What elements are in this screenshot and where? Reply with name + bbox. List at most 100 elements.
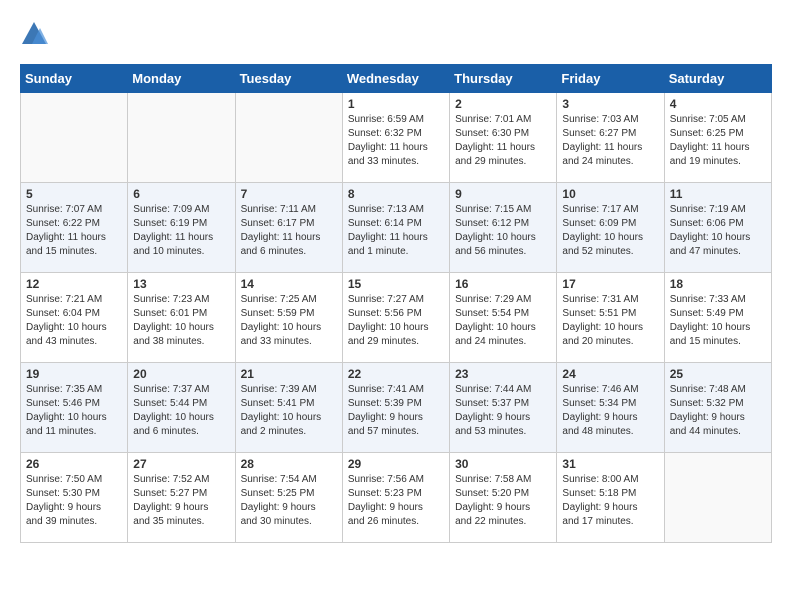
day-info: Sunrise: 7:23 AM Sunset: 6:01 PM Dayligh… bbox=[133, 293, 229, 349]
day-info: Sunrise: 7:37 AM Sunset: 5:44 PM Dayligh… bbox=[133, 383, 229, 439]
day-info: Sunrise: 7:27 AM Sunset: 5:56 PM Dayligh… bbox=[348, 293, 444, 349]
day-number: 10 bbox=[562, 187, 658, 201]
calendar-cell: 8 Sunrise: 7:13 AM Sunset: 6:14 PM Daylig… bbox=[342, 183, 449, 273]
day-info: Sunrise: 7:13 AM Sunset: 6:14 PM Dayligh… bbox=[348, 203, 444, 259]
weekday-header: Sunday bbox=[21, 65, 128, 93]
day-info: Sunrise: 7:33 AM Sunset: 5:49 PM Dayligh… bbox=[670, 293, 766, 349]
logo bbox=[20, 20, 52, 48]
day-number: 14 bbox=[241, 277, 337, 291]
day-info: Sunrise: 7:44 AM Sunset: 5:37 PM Dayligh… bbox=[455, 383, 551, 439]
calendar-cell: 27Sunrise: 7:52 AM Sunset: 5:27 PM Dayli… bbox=[128, 453, 235, 543]
day-number: 2 bbox=[455, 97, 551, 111]
calendar-table: SundayMondayTuesdayWednesdayThursdayFrid… bbox=[20, 64, 772, 543]
day-info: Sunrise: 7:39 AM Sunset: 5:41 PM Dayligh… bbox=[241, 383, 337, 439]
weekday-header: Thursday bbox=[450, 65, 557, 93]
calendar-cell: 18Sunrise: 7:33 AM Sunset: 5:49 PM Dayli… bbox=[664, 273, 771, 363]
weekday-header: Friday bbox=[557, 65, 664, 93]
day-number: 31 bbox=[562, 457, 658, 471]
day-info: Sunrise: 7:21 AM Sunset: 6:04 PM Dayligh… bbox=[26, 293, 122, 349]
day-number: 13 bbox=[133, 277, 229, 291]
calendar-cell: 31 Sunrise: 8:00 AM Sunset: 5:18 PM Dayli… bbox=[557, 453, 664, 543]
day-number: 19 bbox=[26, 367, 122, 381]
calendar-week-row: 12 Sunrise: 7:21 AM Sunset: 6:04 PM Dayli… bbox=[21, 273, 772, 363]
page-header bbox=[20, 20, 772, 48]
calendar-cell: 15 Sunrise: 7:27 AM Sunset: 5:56 PM Dayli… bbox=[342, 273, 449, 363]
calendar-cell: 14 Sunrise: 7:25 AM Sunset: 5:59 PM Dayli… bbox=[235, 273, 342, 363]
day-info: Sunrise: 7:31 AM Sunset: 5:51 PM Dayligh… bbox=[562, 293, 658, 349]
calendar-cell: 25 Sunrise: 7:48 AM Sunset: 5:32 PM Dayli… bbox=[664, 363, 771, 453]
day-info: Sunrise: 7:58 AM Sunset: 5:20 PM Dayligh… bbox=[455, 473, 551, 529]
calendar-cell bbox=[235, 93, 342, 183]
weekday-header-row: SundayMondayTuesdayWednesdayThursdayFrid… bbox=[21, 65, 772, 93]
calendar-cell: 9 Sunrise: 7:15 AM Sunset: 6:12 PM Daylig… bbox=[450, 183, 557, 273]
day-info: Sunrise: 6:59 AM Sunset: 6:32 PM Dayligh… bbox=[348, 113, 444, 169]
calendar-cell: 21 Sunrise: 7:39 AM Sunset: 5:41 PM Dayli… bbox=[235, 363, 342, 453]
day-info: Sunrise: 7:48 AM Sunset: 5:32 PM Dayligh… bbox=[670, 383, 766, 439]
day-number: 7 bbox=[241, 187, 337, 201]
calendar-cell: 28Sunrise: 7:54 AM Sunset: 5:25 PM Dayli… bbox=[235, 453, 342, 543]
calendar-cell: 5 Sunrise: 7:07 AM Sunset: 6:22 PM Daylig… bbox=[21, 183, 128, 273]
day-info: Sunrise: 7:56 AM Sunset: 5:23 PM Dayligh… bbox=[348, 473, 444, 529]
day-info: Sunrise: 7:54 AM Sunset: 5:25 PM Dayligh… bbox=[241, 473, 337, 529]
calendar-cell: 12 Sunrise: 7:21 AM Sunset: 6:04 PM Dayli… bbox=[21, 273, 128, 363]
day-number: 23 bbox=[455, 367, 551, 381]
calendar-cell: 7Sunrise: 7:11 AM Sunset: 6:17 PM Daylig… bbox=[235, 183, 342, 273]
day-number: 5 bbox=[26, 187, 122, 201]
day-info: Sunrise: 7:50 AM Sunset: 5:30 PM Dayligh… bbox=[26, 473, 122, 529]
day-info: Sunrise: 8:00 AM Sunset: 5:18 PM Dayligh… bbox=[562, 473, 658, 529]
calendar-cell: 10 Sunrise: 7:17 AM Sunset: 6:09 PM Dayli… bbox=[557, 183, 664, 273]
calendar-cell: 20Sunrise: 7:37 AM Sunset: 5:44 PM Dayli… bbox=[128, 363, 235, 453]
calendar-cell bbox=[664, 453, 771, 543]
day-info: Sunrise: 7:29 AM Sunset: 5:54 PM Dayligh… bbox=[455, 293, 551, 349]
day-info: Sunrise: 7:17 AM Sunset: 6:09 PM Dayligh… bbox=[562, 203, 658, 259]
weekday-header: Monday bbox=[128, 65, 235, 93]
calendar-cell: 23 Sunrise: 7:44 AM Sunset: 5:37 PM Dayli… bbox=[450, 363, 557, 453]
day-number: 25 bbox=[670, 367, 766, 381]
calendar-cell: 19 Sunrise: 7:35 AM Sunset: 5:46 PM Dayli… bbox=[21, 363, 128, 453]
calendar-cell: 22 Sunrise: 7:41 AM Sunset: 5:39 PM Dayli… bbox=[342, 363, 449, 453]
calendar-cell: 30 Sunrise: 7:58 AM Sunset: 5:20 PM Dayli… bbox=[450, 453, 557, 543]
calendar-cell: 17 Sunrise: 7:31 AM Sunset: 5:51 PM Dayli… bbox=[557, 273, 664, 363]
day-number: 30 bbox=[455, 457, 551, 471]
day-info: Sunrise: 7:35 AM Sunset: 5:46 PM Dayligh… bbox=[26, 383, 122, 439]
day-info: Sunrise: 7:05 AM Sunset: 6:25 PM Dayligh… bbox=[670, 113, 766, 169]
calendar-cell: 29 Sunrise: 7:56 AM Sunset: 5:23 PM Dayli… bbox=[342, 453, 449, 543]
calendar-cell: 24 Sunrise: 7:46 AM Sunset: 5:34 PM Dayli… bbox=[557, 363, 664, 453]
day-number: 12 bbox=[26, 277, 122, 291]
calendar-week-row: 1 Sunrise: 6:59 AM Sunset: 6:32 PM Daylig… bbox=[21, 93, 772, 183]
calendar-cell bbox=[128, 93, 235, 183]
day-info: Sunrise: 7:25 AM Sunset: 5:59 PM Dayligh… bbox=[241, 293, 337, 349]
day-info: Sunrise: 7:46 AM Sunset: 5:34 PM Dayligh… bbox=[562, 383, 658, 439]
calendar-cell: 4 Sunrise: 7:05 AM Sunset: 6:25 PM Daylig… bbox=[664, 93, 771, 183]
day-number: 15 bbox=[348, 277, 444, 291]
weekday-header: Saturday bbox=[664, 65, 771, 93]
day-info: Sunrise: 7:15 AM Sunset: 6:12 PM Dayligh… bbox=[455, 203, 551, 259]
day-number: 11 bbox=[670, 187, 766, 201]
day-info: Sunrise: 7:03 AM Sunset: 6:27 PM Dayligh… bbox=[562, 113, 658, 169]
day-number: 24 bbox=[562, 367, 658, 381]
day-number: 8 bbox=[348, 187, 444, 201]
calendar-cell: 6Sunrise: 7:09 AM Sunset: 6:19 PM Daylig… bbox=[128, 183, 235, 273]
day-number: 17 bbox=[562, 277, 658, 291]
day-info: Sunrise: 7:07 AM Sunset: 6:22 PM Dayligh… bbox=[26, 203, 122, 259]
calendar-cell: 16 Sunrise: 7:29 AM Sunset: 5:54 PM Dayli… bbox=[450, 273, 557, 363]
day-info: Sunrise: 7:41 AM Sunset: 5:39 PM Dayligh… bbox=[348, 383, 444, 439]
weekday-header: Tuesday bbox=[235, 65, 342, 93]
day-number: 1 bbox=[348, 97, 444, 111]
day-info: Sunrise: 7:52 AM Sunset: 5:27 PM Dayligh… bbox=[133, 473, 229, 529]
day-number: 9 bbox=[455, 187, 551, 201]
day-number: 21 bbox=[241, 367, 337, 381]
weekday-header: Wednesday bbox=[342, 65, 449, 93]
day-number: 4 bbox=[670, 97, 766, 111]
day-number: 3 bbox=[562, 97, 658, 111]
logo-icon bbox=[20, 20, 48, 48]
calendar-cell: 2Sunrise: 7:01 AM Sunset: 6:30 PM Daylig… bbox=[450, 93, 557, 183]
calendar-cell: 26 Sunrise: 7:50 AM Sunset: 5:30 PM Dayli… bbox=[21, 453, 128, 543]
day-number: 22 bbox=[348, 367, 444, 381]
day-number: 26 bbox=[26, 457, 122, 471]
day-number: 29 bbox=[348, 457, 444, 471]
calendar-cell: 1 Sunrise: 6:59 AM Sunset: 6:32 PM Daylig… bbox=[342, 93, 449, 183]
day-number: 16 bbox=[455, 277, 551, 291]
calendar-cell bbox=[21, 93, 128, 183]
day-number: 6 bbox=[133, 187, 229, 201]
